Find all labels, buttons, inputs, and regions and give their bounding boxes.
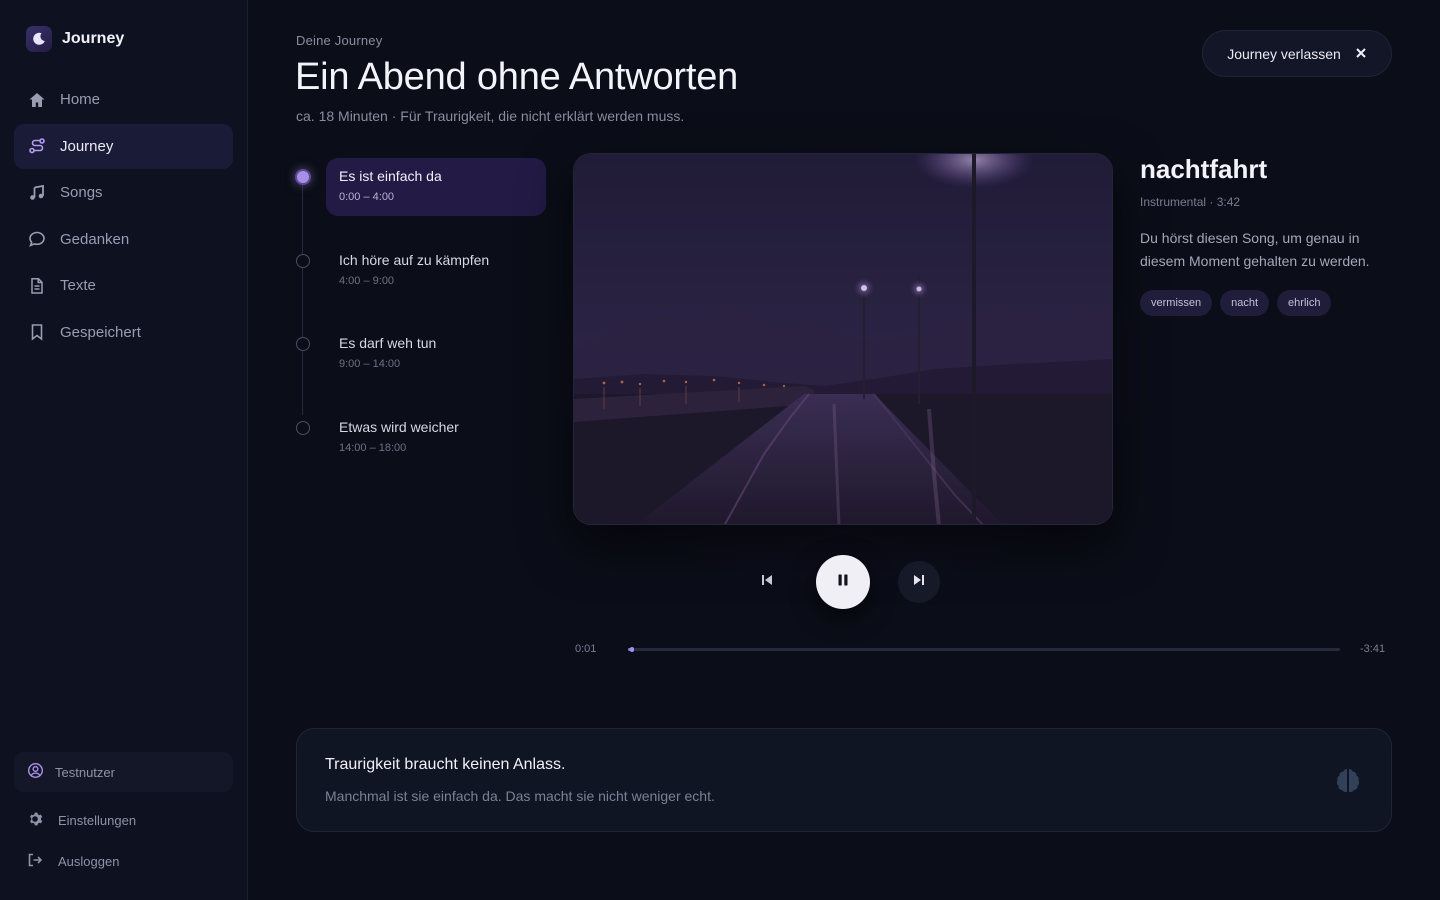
sidebar-item-texte[interactable]: Texte xyxy=(14,263,233,308)
sidebar-item-home[interactable]: Home xyxy=(14,77,233,122)
song-meta: Instrumental · 3:42 xyxy=(1140,195,1241,209)
timeline-step-time: 4:00 – 9:00 xyxy=(339,275,395,287)
thought-title: Traurigkeit braucht keinen Anlass. xyxy=(325,756,566,773)
timeline-step-dot xyxy=(296,337,310,351)
timeline-step-title: Es darf weh tun xyxy=(339,335,437,351)
brand-name: Journey xyxy=(62,30,125,47)
progress-handle[interactable] xyxy=(629,647,634,652)
timeline-step-card[interactable]: Es ist einfach da 0:00 – 4:00 xyxy=(326,158,546,216)
timeline-step-title: Etwas wird weicher xyxy=(339,419,459,435)
timeline-step-card[interactable]: Es darf weh tun 9:00 – 14:00 xyxy=(326,325,546,383)
settings-link[interactable]: Einstellungen xyxy=(27,811,136,830)
settings-label: Einstellungen xyxy=(58,813,137,828)
sidebar-item-gedanken[interactable]: Gedanken xyxy=(14,217,233,262)
user-circle-icon xyxy=(27,762,44,782)
pause-icon xyxy=(836,573,850,592)
logout-label: Ausloggen xyxy=(58,854,120,869)
remaining-time: -3:41 xyxy=(1360,643,1386,655)
chat-bubble-icon xyxy=(28,230,46,248)
page-eyebrow: Deine Journey xyxy=(296,33,383,48)
bookmark-icon xyxy=(28,323,46,341)
timeline-step-card[interactable]: Ich höre auf zu kämpfen 4:00 – 9:00 xyxy=(326,242,546,300)
home-icon xyxy=(28,91,46,109)
sidebar-nav: Home Journey Songs Gedanken Texte Gespei… xyxy=(14,77,233,356)
next-button[interactable] xyxy=(898,561,940,603)
timeline-step-title: Ich höre auf zu kämpfen xyxy=(339,252,490,268)
sidebar-item-gespeichert[interactable]: Gespeichert xyxy=(14,310,233,355)
tag[interactable]: ehrlich xyxy=(1277,290,1332,316)
song-description: Du hörst diesen Song, um genau in diesem… xyxy=(1140,230,1370,269)
sidebar-item-label: Home xyxy=(60,91,101,108)
page-subtitle: ca. 18 Minuten · Für Traurigkeit, die ni… xyxy=(296,108,685,124)
sidebar-item-label: Texte xyxy=(60,277,96,294)
gear-icon xyxy=(27,811,43,830)
timeline-step-dot xyxy=(296,254,310,268)
sidebar-item-songs[interactable]: Songs xyxy=(14,170,233,215)
brain-icon xyxy=(1333,765,1363,795)
user-name: Testnutzer xyxy=(55,764,115,780)
current-time: 0:01 xyxy=(575,643,597,655)
thought-card: Traurigkeit braucht keinen Anlass. Manch… xyxy=(296,728,1392,832)
timeline-line xyxy=(302,180,303,415)
page-title: Ein Abend ohne Antworten xyxy=(295,56,739,98)
moon-logo-icon xyxy=(26,26,52,52)
timeline-step-time: 9:00 – 14:00 xyxy=(339,358,401,370)
logout-icon xyxy=(27,852,43,871)
document-icon xyxy=(28,277,46,295)
progress-bar[interactable] xyxy=(628,647,1340,652)
night-road-illustration xyxy=(574,154,1112,524)
timeline-step-time: 14:00 – 18:00 xyxy=(339,442,407,454)
previous-button[interactable] xyxy=(747,562,787,602)
sidebar: Journey Home Journey Songs Gedanken Text… xyxy=(0,0,248,900)
exit-journey-label: Journey verlassen xyxy=(1227,45,1341,62)
journey-icon xyxy=(28,137,46,155)
exit-journey-button[interactable]: Journey verlassen xyxy=(1202,30,1392,77)
timeline-step-time: 0:00 – 4:00 xyxy=(339,191,395,203)
timeline-step-card[interactable]: Etwas wird weicher 14:00 – 18:00 xyxy=(326,409,546,467)
timeline-step-dot xyxy=(296,421,310,435)
song-tags: vermissen nacht ehrlich xyxy=(1140,290,1332,316)
sidebar-item-label: Gedanken xyxy=(60,230,130,248)
skip-back-icon xyxy=(760,573,774,592)
song-visual[interactable] xyxy=(573,153,1113,525)
close-icon xyxy=(1355,46,1367,62)
brand[interactable]: Journey xyxy=(26,26,124,52)
song-title: nachtfahrt xyxy=(1140,154,1268,184)
sidebar-item-label: Gespeichert xyxy=(60,323,141,341)
thought-text: Manchmal ist sie einfach da. Das macht s… xyxy=(325,788,715,804)
sidebar-item-journey[interactable]: Journey xyxy=(14,123,233,169)
sidebar-item-label: Journey xyxy=(60,137,114,155)
timeline-step-dot xyxy=(295,169,311,185)
tag[interactable]: nacht xyxy=(1220,290,1270,316)
pause-button[interactable] xyxy=(816,555,870,609)
tag[interactable]: vermissen xyxy=(1140,290,1213,316)
timeline-step-title: Es ist einfach da xyxy=(339,168,442,184)
user-profile[interactable]: Testnutzer xyxy=(14,752,233,792)
logout-link[interactable]: Ausloggen xyxy=(27,852,119,871)
music-note-icon xyxy=(28,184,46,202)
skip-forward-icon xyxy=(912,573,926,592)
sidebar-item-label: Songs xyxy=(60,184,103,201)
